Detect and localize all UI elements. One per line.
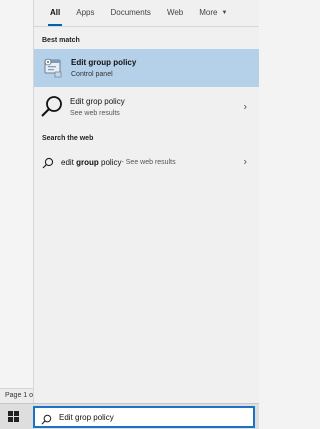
search-tabs: All Apps Documents Web More ▼	[34, 0, 259, 27]
best-match-title: Edit group policy	[71, 58, 137, 67]
search-icon	[40, 95, 64, 119]
chevron-right-icon[interactable]: ›	[244, 102, 247, 113]
search-web-query: edit group policy	[61, 158, 121, 167]
chevron-down-icon: ▼	[221, 9, 228, 16]
search-web-result[interactable]: edit group policy - See web results ›	[34, 149, 259, 175]
taskbar	[0, 403, 259, 429]
query-suffix: policy	[98, 157, 122, 167]
tab-apps[interactable]: Apps	[68, 0, 102, 26]
tab-all[interactable]: All	[42, 0, 68, 26]
taskbar-search-box[interactable]	[33, 406, 255, 428]
search-icon	[42, 156, 54, 169]
tab-label: More	[199, 8, 218, 17]
tab-label: All	[50, 8, 61, 17]
best-match-result[interactable]: Edit group policy Control panel	[34, 49, 259, 87]
search-icon	[41, 412, 52, 424]
search-the-web-heading: Search the web	[42, 135, 94, 142]
tab-documents[interactable]: Documents	[102, 0, 158, 26]
web-suggestion-title: Edit grop policy	[70, 97, 125, 106]
best-match-subtitle: Control panel	[71, 71, 113, 78]
best-match-heading: Best match	[42, 37, 80, 44]
query-bold: group	[76, 157, 99, 167]
tab-label: Documents	[110, 8, 151, 17]
tab-more[interactable]: More ▼	[191, 0, 235, 26]
search-web-hint: - See web results	[121, 158, 176, 166]
windows-logo-icon[interactable]	[8, 411, 20, 423]
web-suggestion-subtitle: See web results	[70, 110, 120, 117]
tab-label: Apps	[76, 8, 95, 17]
query-prefix: edit	[61, 157, 77, 167]
group-policy-icon	[42, 57, 64, 79]
background-document	[0, 0, 33, 403]
document-page-status: Page 1 of	[0, 388, 33, 403]
web-suggestion-result[interactable]: Edit grop policy See web results ›	[34, 87, 259, 127]
search-panel: All Apps Documents Web More ▼ Best match …	[33, 0, 259, 403]
tab-web[interactable]: Web	[159, 0, 191, 26]
chevron-right-icon[interactable]: ›	[244, 157, 247, 168]
tab-label: Web	[166, 8, 184, 17]
search-input[interactable]	[59, 412, 239, 422]
